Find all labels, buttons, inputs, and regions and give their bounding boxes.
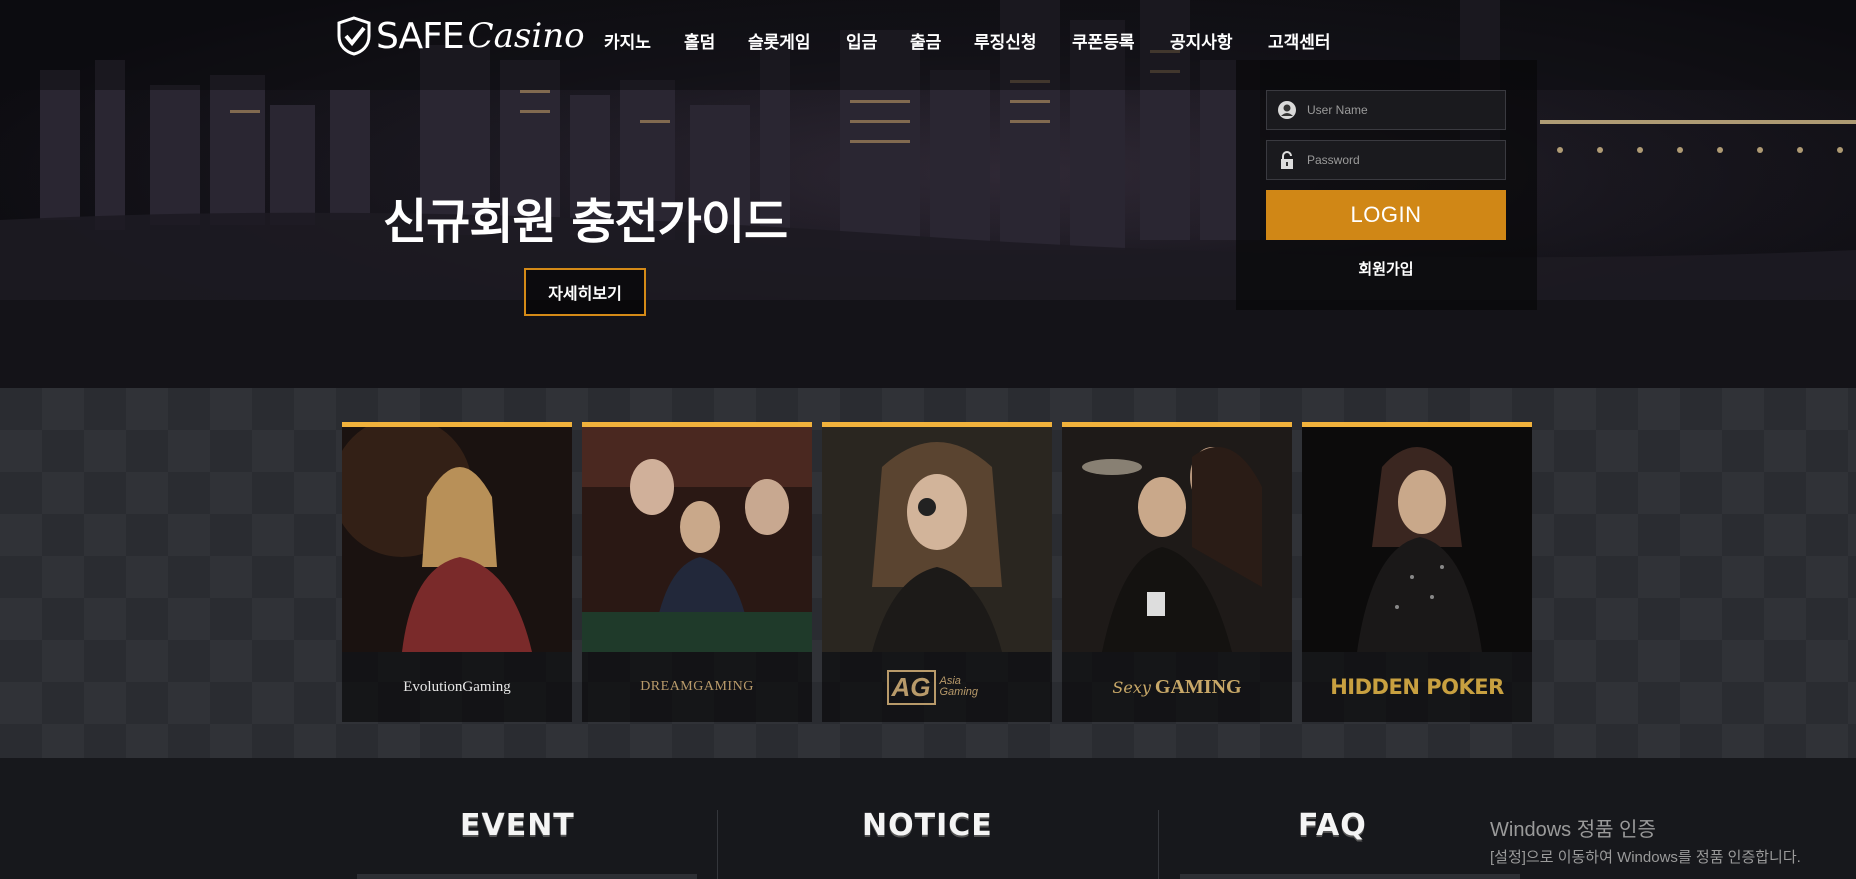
faq-section-title[interactable]: FAQ [1298, 808, 1367, 843]
signup-link[interactable]: 회원가입 [1266, 258, 1506, 279]
sexygaming-logo: Sexy GAMING [1062, 652, 1292, 722]
evolution-promo-image [342, 427, 572, 652]
section-divider [1158, 810, 1159, 879]
event-list-top [357, 874, 697, 879]
nav-item-deposit[interactable]: 입금 [846, 28, 877, 53]
sexygaming-promo-image [1062, 427, 1292, 652]
game-card-asiagaming[interactable]: AG Asia Gaming [822, 422, 1052, 722]
username-input[interactable] [1305, 102, 1499, 118]
section-divider [717, 810, 718, 879]
asiagaming-promo-image [822, 427, 1052, 652]
password-field-wrapper [1266, 140, 1506, 180]
watermark-title: Windows 정품 인증 [1490, 819, 1656, 841]
game-card-evolution[interactable]: EvolutionGaming [342, 422, 572, 722]
logo-text-safe: SAFE [376, 15, 465, 57]
user-icon [1278, 101, 1296, 119]
nav-item-withdraw[interactable]: 출금 [910, 28, 941, 53]
hero-headline: 신규회원 충전가이드 [383, 194, 788, 250]
nav-item-casino[interactable]: 카지노 [604, 28, 651, 53]
nav-item-coupon[interactable]: 쿠폰등록 [1072, 28, 1135, 53]
login-panel: LOGIN 회원가입 [1236, 60, 1537, 310]
login-button[interactable]: LOGIN [1266, 190, 1506, 240]
nav-item-customer-center[interactable]: 고객센터 [1268, 28, 1331, 53]
shield-check-icon [337, 16, 371, 56]
faq-list-top [1180, 874, 1520, 879]
windows-activation-watermark: Windows 정품 인증 [설정]으로 이동하여 Windows를 정품 인증… [1490, 813, 1801, 867]
asiagaming-logo: AG Asia Gaming [822, 652, 1052, 722]
evolution-logo: EvolutionGaming [342, 652, 572, 722]
logo-text-casino: Casino [467, 16, 585, 56]
nav-item-notice[interactable]: 공지사항 [1170, 28, 1233, 53]
game-card-dreamgaming[interactable]: DREAMGAMING [582, 422, 812, 722]
dreamgaming-logo: DREAMGAMING [582, 652, 812, 722]
username-field-wrapper [1266, 90, 1506, 130]
event-section-title[interactable]: EVENT [460, 808, 575, 843]
dreamgaming-promo-image [582, 427, 812, 652]
hiddenpoker-promo-image [1302, 427, 1532, 652]
lock-icon [1281, 151, 1293, 169]
nav-item-holdem[interactable]: 홀덤 [684, 28, 715, 53]
notice-section-title[interactable]: NOTICE [862, 808, 993, 843]
hiddenpoker-logo: HIDDEN POKER [1302, 652, 1532, 722]
game-card-sexygaming[interactable]: Sexy GAMING [1062, 422, 1292, 722]
nav-item-losing-request[interactable]: 루징신청 [974, 28, 1037, 53]
site-logo[interactable]: SAFE Casino [336, 14, 585, 58]
watermark-subtitle: [설정]으로 이동하여 Windows를 정품 인증합니다. [1490, 849, 1801, 866]
nav-item-slot-games[interactable]: 슬롯게임 [748, 28, 811, 53]
password-input[interactable] [1305, 152, 1499, 168]
game-card-hiddenpoker[interactable]: HIDDEN POKER [1302, 422, 1532, 722]
more-details-button[interactable]: 자세히보기 [524, 268, 646, 316]
